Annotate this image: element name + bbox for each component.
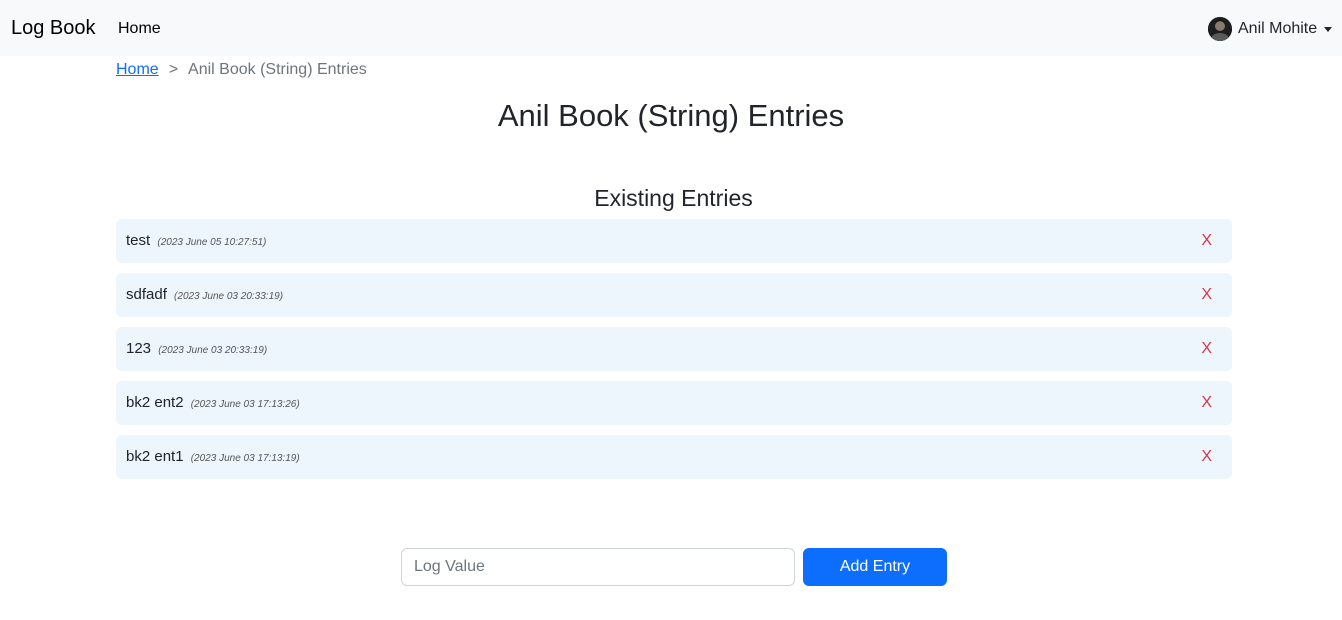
caret-down-icon: [1324, 27, 1333, 32]
list-item: bk2 ent2 (2023 June 03 17:13:26) X: [116, 381, 1232, 425]
entry-value: sdfadf: [126, 286, 167, 303]
breadcrumb-home-link[interactable]: Home: [116, 60, 159, 79]
delete-entry-button[interactable]: X: [1201, 447, 1212, 467]
entry-timestamp: (2023 June 05 10:27:51): [157, 237, 267, 248]
entry-value: bk2 ent2: [126, 394, 184, 411]
entry-content: test (2023 June 05 10:27:51): [126, 232, 266, 252]
entry-content: 123 (2023 June 03 20:33:19): [126, 340, 267, 360]
entry-timestamp: (2023 June 03 17:13:26): [190, 399, 300, 410]
user-menu-dropdown[interactable]: Anil Mohite: [1208, 16, 1333, 41]
log-value-input[interactable]: [401, 548, 795, 586]
entry-content: bk2 ent2 (2023 June 03 17:13:26): [126, 394, 300, 414]
brand-logo[interactable]: Log Book: [11, 16, 96, 40]
list-item: bk2 ent1 (2023 June 03 17:13:19) X: [116, 435, 1232, 479]
list-item: 123 (2023 June 03 20:33:19) X: [116, 327, 1232, 371]
user-name: Anil Mohite: [1238, 20, 1318, 37]
breadcrumb-separator: >: [168, 61, 179, 78]
entry-value: 123: [126, 340, 152, 357]
entry-value: test: [126, 232, 151, 249]
delete-entry-button[interactable]: X: [1201, 285, 1212, 305]
nav-home-link[interactable]: Home: [118, 19, 161, 38]
list-item: test (2023 June 05 10:27:51) X: [116, 219, 1232, 263]
breadcrumb-current: Anil Book (String) Entries: [188, 61, 367, 78]
add-entry-button[interactable]: Add Entry: [803, 548, 947, 586]
breadcrumb: Home > Anil Book (String) Entries: [116, 60, 367, 79]
page-title: Anil Book (String) Entries: [497, 98, 845, 133]
delete-entry-button[interactable]: X: [1201, 393, 1212, 413]
entry-timestamp: (2023 June 03 17:13:19): [190, 453, 300, 464]
entry-timestamp: (2023 June 03 20:33:19): [158, 345, 268, 356]
entries-list: test (2023 June 05 10:27:51) X sdfadf (2…: [116, 219, 1232, 489]
navbar: Log Book Home Anil Mohite: [0, 0, 1342, 56]
entry-value: bk2 ent1: [126, 448, 184, 465]
list-item: sdfadf (2023 June 03 20:33:19) X: [116, 273, 1232, 317]
delete-entry-button[interactable]: X: [1201, 231, 1212, 251]
delete-entry-button[interactable]: X: [1201, 339, 1212, 359]
entry-timestamp: (2023 June 03 20:33:19): [174, 291, 284, 302]
entry-content: sdfadf (2023 June 03 20:33:19): [126, 286, 283, 306]
section-title: Existing Entries: [594, 185, 753, 211]
entry-content: bk2 ent1 (2023 June 03 17:13:19): [126, 448, 300, 468]
avatar: [1208, 16, 1232, 41]
